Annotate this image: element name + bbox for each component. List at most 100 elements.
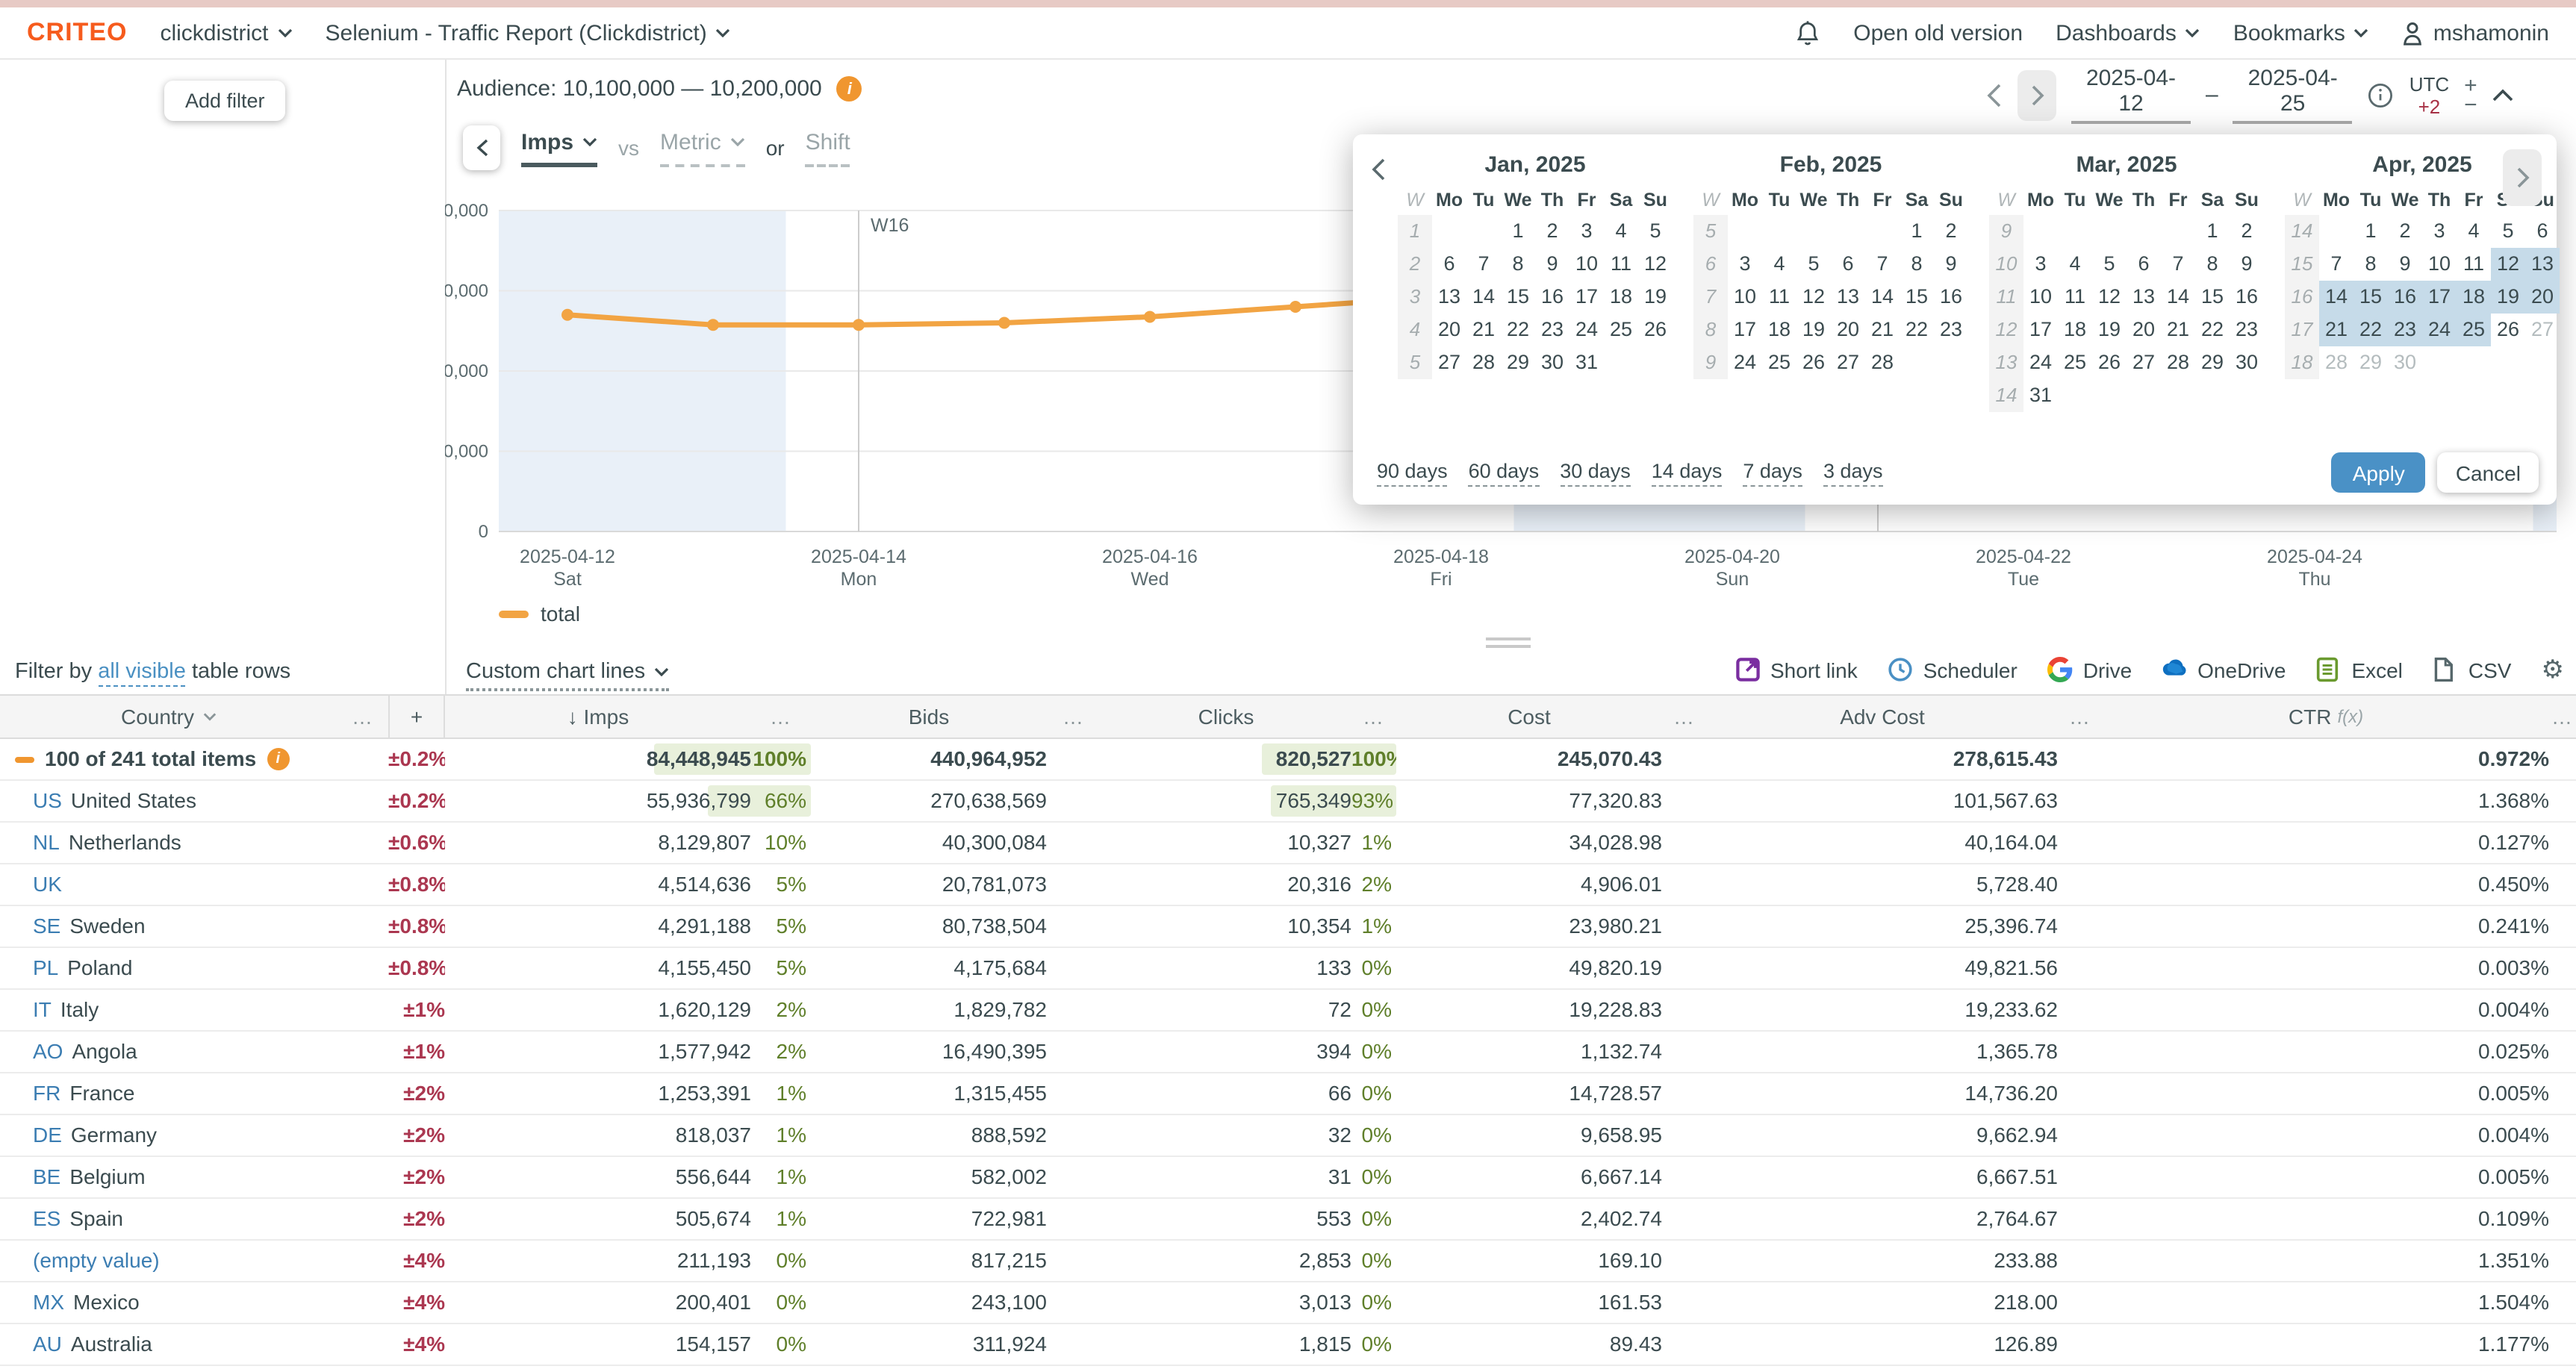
calendar-day[interactable]: 16 [1934,281,1968,314]
country-cell[interactable]: UK [0,864,337,905]
calendar-day[interactable]: 3 [2422,215,2457,248]
table-row[interactable]: ITItaly±1%1,620,1292%1,829,782720%19,228… [0,990,2576,1032]
calendar-day[interactable]: 12 [1796,281,1831,314]
table-row[interactable]: AOAngola±1%1,577,9422%16,490,3953940%1,1… [0,1032,2576,1073]
calendar-day[interactable]: 29 [2195,346,2230,379]
calendar-day[interactable]: 2 [2388,215,2422,248]
action-csv[interactable]: CSV [2433,657,2512,682]
calendar-day[interactable]: 21 [2319,314,2353,346]
calendar-day[interactable]: 29 [2353,346,2388,379]
calendar-day[interactable]: 1 [1900,215,1934,248]
calendar-day[interactable]: 28 [2319,346,2353,379]
calendar-day[interactable]: 25 [1604,314,1638,346]
calendar-day[interactable]: 24 [1569,314,1604,346]
calendar-day[interactable]: 17 [2422,281,2457,314]
calendar-day[interactable]: 18 [2058,314,2092,346]
calendar-day[interactable]: 3 [1728,248,1762,281]
calendar-day[interactable]: 23 [1934,314,1968,346]
calendar-day[interactable]: 21 [1865,314,1900,346]
action-drive[interactable]: Drive [2047,657,2132,682]
calendar-day[interactable]: 4 [2058,248,2092,281]
country-cell[interactable]: ESSpain [0,1199,337,1239]
calendar-day[interactable]: 31 [1569,346,1604,379]
country-cell[interactable]: AOAngola [0,1032,337,1072]
country-cell[interactable]: NLNetherlands [0,823,337,863]
calendar-day[interactable]: 1 [2353,215,2388,248]
calendar-day[interactable]: 8 [2195,248,2230,281]
calendar-day[interactable]: 12 [2491,248,2525,281]
cost-options-button[interactable]: … [1662,696,1707,738]
calendar-day[interactable]: 28 [1865,346,1900,379]
calendar-day[interactable]: 5 [2491,215,2525,248]
calendar-day[interactable]: 15 [1900,281,1934,314]
adv-cost-options-button[interactable]: … [2058,696,2103,738]
info-icon[interactable]: i [267,748,289,770]
quick-range-3-days[interactable]: 3 days [1823,459,1883,486]
calendar-day[interactable]: 10 [2422,248,2457,281]
calendar-day[interactable]: 4 [1604,215,1638,248]
action-onedrive[interactable]: OneDrive [2162,657,2286,682]
calendar-day[interactable]: 7 [1865,248,1900,281]
criteo-logo[interactable]: CRITEO [27,18,127,48]
clicks-header-label[interactable]: Clicks [1101,705,1351,729]
calendar-day[interactable]: 6 [1831,248,1865,281]
table-totals-row[interactable]: 100 of 241 total itemsi±0.2%84,448,94510… [0,739,2576,781]
all-visible-link[interactable]: all visible [98,660,186,687]
column-header-adv-cost[interactable]: Adv Cost [1707,696,2058,738]
calendar-day[interactable]: 31 [2023,379,2058,412]
column-header-country[interactable]: Country [0,696,337,738]
range-back-button[interactable] [1986,83,2003,107]
table-row[interactable]: DEGermany±2%818,0371%888,592320%9,658.95… [0,1115,2576,1157]
table-row[interactable]: NLNetherlands±0.6%8,129,80710%40,300,084… [0,823,2576,864]
calendar-day[interactable]: 24 [2422,314,2457,346]
table-row[interactable]: USUnited States±0.2%55,936,79966%270,638… [0,781,2576,823]
country-cell[interactable]: 100 of 241 total itemsi [0,739,337,779]
calendar-day[interactable]: 15 [2195,281,2230,314]
country-cell[interactable]: ITItaly [0,990,337,1030]
calendar-day[interactable]: 26 [2092,346,2127,379]
calendar-day[interactable]: 18 [2457,281,2491,314]
calendar-day[interactable]: 11 [1604,248,1638,281]
country-cell[interactable]: DEGermany [0,1115,337,1156]
column-header-bids[interactable]: Bids [811,696,1047,738]
calendar-next-button[interactable] [2503,149,2542,206]
calendar-day[interactable]: 6 [2525,215,2560,248]
calendar-day[interactable]: 14 [1865,281,1900,314]
calendar-day[interactable]: 5 [1796,248,1831,281]
calendar-day[interactable]: 4 [1762,248,1796,281]
calendar-day[interactable]: 22 [1501,314,1535,346]
calendar-day[interactable]: 24 [1728,346,1762,379]
country-cell[interactable]: BEBelgium [0,1157,337,1197]
chart-resize-handle[interactable] [1486,637,1531,652]
country-options-button[interactable]: … [337,696,388,738]
action-excel[interactable]: Excel [2315,657,2402,682]
calendar-day[interactable]: 27 [2127,346,2161,379]
calendar-day[interactable]: 14 [2319,281,2353,314]
calendar-day[interactable]: 15 [2353,281,2388,314]
calendar-day[interactable]: 8 [2353,248,2388,281]
compare-metric-selector[interactable]: Metric [660,129,745,166]
bell-icon[interactable] [1795,19,1820,47]
table-row[interactable]: PLPoland±0.8%4,155,4505%4,175,6841330%49… [0,948,2576,990]
end-date-input[interactable]: 2025-04-25 [2233,66,2353,124]
calendar-day[interactable]: 6 [1432,248,1466,281]
country-cell[interactable]: SESweden [0,906,337,947]
calendar-day[interactable]: 19 [2491,281,2525,314]
dashboards-menu[interactable]: Dashboards [2056,20,2200,46]
gear-icon[interactable]: ⚙ [2542,657,2565,682]
collapse-panel-button[interactable] [2492,88,2513,102]
calendar-day[interactable]: 10 [2023,281,2058,314]
calendar-day[interactable]: 15 [1501,281,1535,314]
calendar-day[interactable]: 3 [2023,248,2058,281]
calendar-day[interactable]: 19 [1638,281,1673,314]
calendar-day[interactable]: 28 [2161,346,2195,379]
calendar-day[interactable]: 12 [1638,248,1673,281]
calendar-day[interactable]: 20 [2127,314,2161,346]
table-row[interactable]: BEBelgium±2%556,6441%582,002310%6,667.14… [0,1157,2576,1199]
calendar-day[interactable]: 17 [1569,281,1604,314]
bids-options-button[interactable]: … [1047,696,1101,738]
calendar-day[interactable]: 13 [2525,248,2560,281]
table-row[interactable]: ESSpain±2%505,6741%722,9815530%2,402.742… [0,1199,2576,1241]
calendar-day[interactable]: 13 [1831,281,1865,314]
calendar-day[interactable]: 12 [2092,281,2127,314]
